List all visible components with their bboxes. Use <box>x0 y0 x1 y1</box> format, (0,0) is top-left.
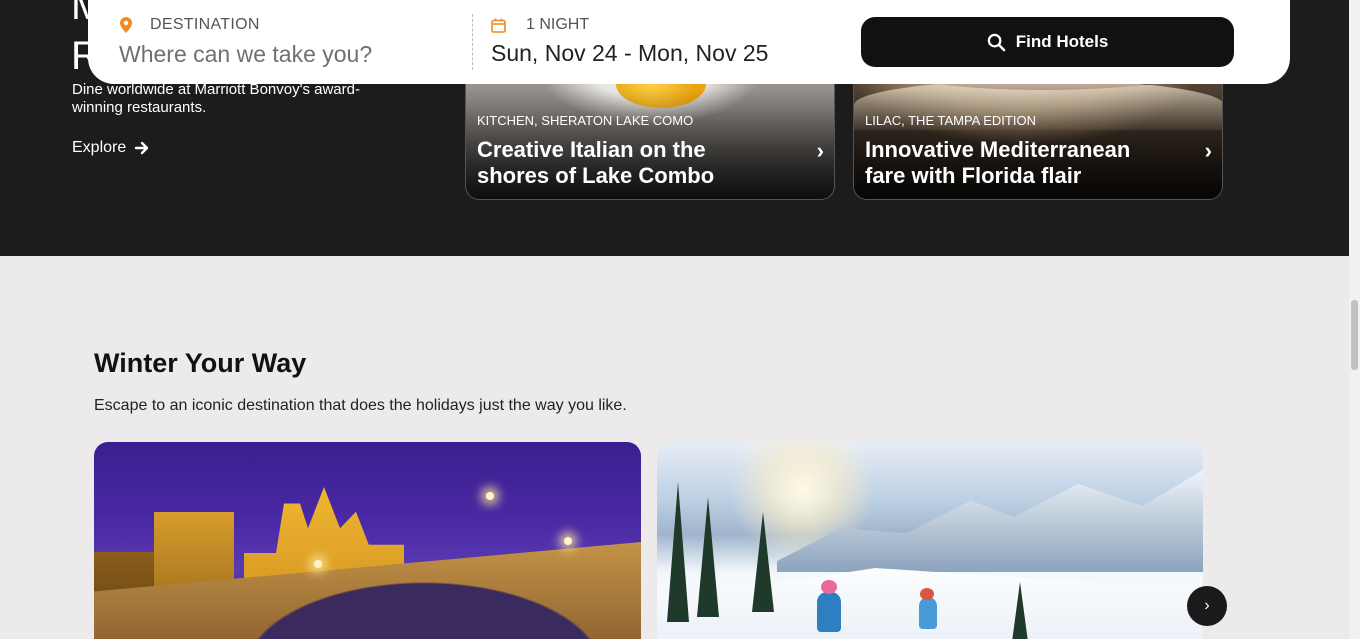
street-lamp <box>564 537 572 545</box>
chevron-right-icon: › <box>1204 138 1212 163</box>
find-hotels-label: Find Hotels <box>1015 32 1109 51</box>
search-divider <box>472 14 473 70</box>
restaurant-eyebrow: KITCHEN, SHERATON LAKE COMO <box>477 113 694 128</box>
skier <box>817 592 841 632</box>
destination-input[interactable] <box>119 39 449 69</box>
section-subtitle: Escape to an iconic destination that doe… <box>94 397 627 414</box>
page-scrollbar[interactable] <box>1349 0 1360 639</box>
explore-link[interactable]: Explore <box>72 139 150 157</box>
destination-card-ski[interactable] <box>657 442 1203 639</box>
destination-label-row: DESTINATION <box>120 16 260 34</box>
destination-card-night-town[interactable] <box>94 442 641 639</box>
calendar-icon <box>491 18 506 33</box>
skier <box>919 597 937 629</box>
explore-label: Explore <box>72 139 127 156</box>
hotel-search-bar: DESTINATION 1 NIGHT Sun, Nov 24 - Mon, N… <box>88 0 1290 84</box>
destination-label: DESTINATION <box>150 16 260 33</box>
find-hotels-button[interactable]: Find Hotels <box>861 17 1234 67</box>
arrow-right-icon <box>135 141 149 155</box>
date-label-row[interactable]: 1 NIGHT <box>491 16 589 34</box>
restaurant-eyebrow: LILAC, THE TAMPA EDITION <box>865 113 1036 128</box>
pine-tree <box>667 482 689 622</box>
carousel-next-button[interactable]: › <box>1187 586 1227 626</box>
chevron-right-icon: › <box>1204 597 1210 614</box>
restaurant-title: Creative Italian on the shores of Lake C… <box>477 137 715 188</box>
search-icon <box>987 33 1006 51</box>
street-lamp <box>486 492 494 500</box>
street-lamp <box>314 560 322 568</box>
dining-description: Dine worldwide at Marriott Bonvoy's awar… <box>72 81 360 116</box>
date-range-field[interactable]: Sun, Nov 24 - Mon, Nov 25 <box>491 40 768 67</box>
chevron-right-icon: › <box>816 138 824 163</box>
scrollbar-thumb[interactable] <box>1351 300 1358 370</box>
pine-tree <box>697 497 719 617</box>
restaurant-title: Innovative Mediterranean fare with Flori… <box>865 137 1131 188</box>
nights-label: 1 NIGHT <box>526 16 590 33</box>
map-pin-icon <box>120 17 132 33</box>
section-title: Winter Your Way <box>94 348 307 378</box>
